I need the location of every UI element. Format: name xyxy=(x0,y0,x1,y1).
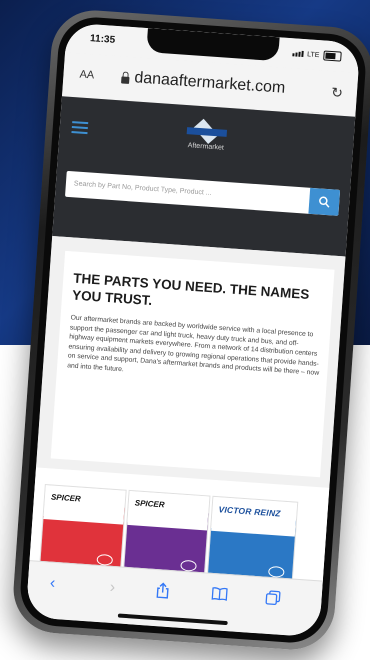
hamburger-menu-icon[interactable] xyxy=(71,121,89,137)
phone-mockup: 11:35 LTE AA danaaftermarket.com ↻ After… xyxy=(10,7,370,653)
product-top xyxy=(127,490,210,531)
logo-mark xyxy=(186,121,227,142)
site-header: Aftermarket Search by Part No, Product T… xyxy=(52,96,356,257)
hero-headline: THE PARTS YOU NEED. THE NAMES YOU TRUST. xyxy=(71,270,310,309)
phone-screen: 11:35 LTE AA danaaftermarket.com ↻ After… xyxy=(25,22,361,638)
site-search: Search by Part No, Product Type, Product… xyxy=(64,170,341,216)
battery-icon xyxy=(323,50,342,62)
site-logo[interactable]: Aftermarket xyxy=(166,120,248,154)
book-icon[interactable] xyxy=(211,586,228,604)
network-label: LTE xyxy=(306,50,320,59)
status-time: 11:35 xyxy=(89,33,116,46)
signal-icon xyxy=(292,50,304,58)
search-icon xyxy=(319,196,330,208)
lock-icon xyxy=(121,75,130,84)
url-text: danaaftermarket.com xyxy=(133,69,286,97)
search-input[interactable]: Search by Part No, Product Type, Product… xyxy=(65,171,310,214)
page-content: THE PARTS YOU NEED. THE NAMES YOU TRUST.… xyxy=(27,235,346,608)
chevron-left-icon[interactable]: ‹ xyxy=(49,575,56,593)
search-button[interactable] xyxy=(308,187,341,216)
reload-icon[interactable]: ↻ xyxy=(331,84,344,102)
home-indicator xyxy=(117,613,228,626)
text-size-button[interactable]: AA xyxy=(79,68,94,81)
hero-body: Our aftermarket brands are backed by wor… xyxy=(66,314,320,378)
hero-card: THE PARTS YOU NEED. THE NAMES YOU TRUST.… xyxy=(50,250,335,478)
chevron-right-icon[interactable]: › xyxy=(109,579,116,597)
share-icon[interactable] xyxy=(155,582,170,604)
url-field[interactable]: danaaftermarket.com xyxy=(121,68,286,97)
tabs-icon[interactable] xyxy=(265,590,281,611)
product-top xyxy=(43,485,126,525)
status-icons: LTE xyxy=(292,48,342,62)
logo-text: Aftermarket xyxy=(187,142,225,152)
